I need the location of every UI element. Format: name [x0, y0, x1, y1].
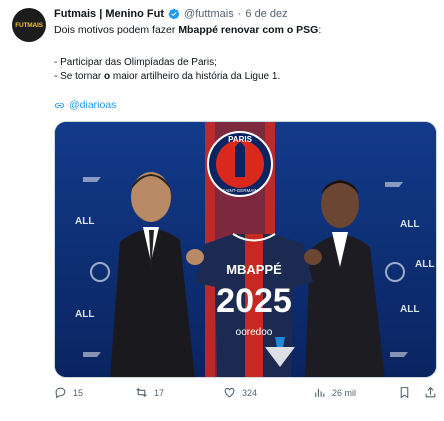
tweet-text-line2: - Participar das Olimpíadas de Paris; [54, 57, 217, 68]
tweet[interactable]: FUTMAIS Futmais | Menino Fut @futtmais ·… [0, 0, 444, 421]
board-text: ALL [400, 219, 419, 230]
tweet-photo[interactable]: ALL ALL ALL ALL ALL PARIS SAINT-GERMAIN [54, 121, 437, 378]
views-chart-icon [315, 388, 325, 397]
board-text: ALL [400, 304, 419, 315]
tweet-header: Futmais | Menino Fut @futtmais · 6 de de… [54, 8, 288, 20]
reply-icon [55, 387, 66, 399]
line1-prefix: Dois motivos podem fazer [54, 24, 179, 36]
board-text: ALL [75, 216, 94, 227]
bookmark-button[interactable] [398, 386, 411, 399]
line3-prefix: - Se tornar [54, 71, 105, 82]
share-button[interactable] [424, 386, 437, 399]
tweet-text-line1: Dois motivos podem fazer Mbappé renovar … [54, 24, 321, 36]
avatar[interactable]: FUTMAIS [12, 8, 46, 42]
views-button[interactable]: 26 mil [313, 386, 356, 399]
line3-suffix: maior artilheiro da história da Ligue 1. [110, 71, 281, 82]
jersey-number: 2025 [216, 282, 292, 320]
author-handle[interactable]: @futtmais [184, 8, 234, 20]
avatar-logo-text: FUTMAIS [15, 21, 43, 29]
like-count: 324 [242, 387, 258, 398]
board-text: ALL [75, 309, 94, 320]
source-link-text[interactable]: @diarioas [69, 99, 116, 111]
source-link[interactable]: @diarioas [54, 99, 116, 111]
reply-button[interactable]: 15 [54, 386, 83, 399]
retweet-button[interactable]: 17 [135, 386, 164, 399]
reply-count: 15 [73, 387, 84, 398]
views-count: 26 mil [332, 387, 357, 398]
retweet-count: 17 [154, 387, 165, 398]
bookmark-icon [400, 387, 409, 399]
crest-sub-text: SAINT-GERMAIN [222, 188, 258, 193]
tweet-text-line3: - Se tornar o maior artilheiro da histór… [54, 71, 280, 82]
separator-dot: · [237, 8, 242, 20]
psg-crest: PARIS SAINT-GERMAIN [207, 131, 273, 197]
jersey-sponsor: ooredoo [236, 327, 273, 338]
line1-suffix: : [318, 24, 322, 36]
crest-text: PARIS [228, 135, 253, 144]
like-button[interactable]: 324 [223, 386, 257, 399]
board-text: ALL [415, 259, 434, 270]
line1-bold: Mbappé renovar com o PSG [178, 24, 319, 36]
action-bar: 15 17 324 26 mil [54, 386, 437, 406]
verified-badge-icon [168, 8, 180, 20]
photo-illustration: ALL ALL ALL ALL ALL PARIS SAINT-GERMAIN [55, 122, 436, 377]
author-name[interactable]: Futmais | Menino Fut [54, 8, 164, 20]
link-icon [54, 102, 65, 108]
jersey-name: MBAPPÉ [226, 262, 282, 277]
tweet-date[interactable]: 6 de dez [245, 8, 287, 20]
retweet-icon [136, 387, 147, 398]
heart-icon [224, 387, 235, 398]
share-icon [425, 386, 436, 398]
